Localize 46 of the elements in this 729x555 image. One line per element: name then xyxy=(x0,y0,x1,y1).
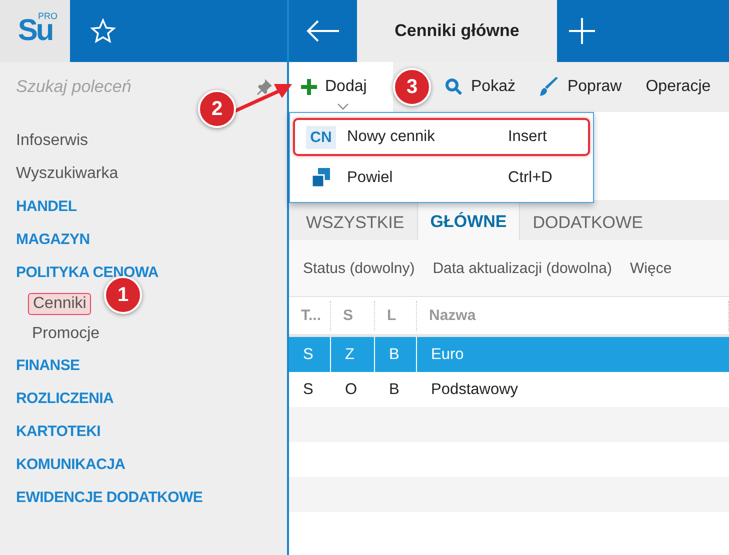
plus-icon[interactable] xyxy=(569,18,595,44)
tab[interactable]: GŁÓWNE xyxy=(417,202,520,240)
section-header[interactable]: KARTOTEKI xyxy=(16,415,287,448)
section-header[interactable]: KOMUNIKACJA xyxy=(16,448,287,481)
section-header[interactable]: EWIDENCJE DODATKOWE xyxy=(16,481,287,514)
caret-icon xyxy=(337,103,349,110)
tab[interactable]: WSZYSTKIE xyxy=(293,204,418,240)
table-cell-text: Euro xyxy=(430,345,465,365)
pro-label: PRO xyxy=(38,11,58,21)
table-cell-text: S xyxy=(302,380,314,400)
sidebar-item[interactable]: Promocje xyxy=(28,324,104,344)
document-tab[interactable]: Cenniki główne xyxy=(357,0,557,62)
column-header[interactable]: Nazwa xyxy=(417,300,729,330)
table-cell-text: O xyxy=(344,380,358,400)
section-header[interactable]: MAGAZYN xyxy=(16,223,287,256)
column-header[interactable]: T... xyxy=(289,300,331,330)
pin-icon[interactable] xyxy=(255,78,273,96)
cn-icon: CN xyxy=(306,126,336,148)
tab[interactable]: DODATKOWE xyxy=(520,204,656,240)
back-arrow-icon[interactable] xyxy=(306,20,340,42)
menu-item[interactable]: Powiel Ctrl+D xyxy=(293,159,590,197)
logo: SuPRO xyxy=(0,0,70,62)
toolbar-button[interactable]: Pokaż xyxy=(433,62,528,112)
toolbar-button[interactable]: Operacje xyxy=(634,62,723,112)
star-icon[interactable] xyxy=(90,18,116,44)
column-header[interactable]: L xyxy=(375,300,417,330)
search-icon xyxy=(445,78,463,96)
section-header[interactable]: ROZLICZENIA xyxy=(16,382,287,415)
copy-icon xyxy=(311,168,331,188)
menu-item[interactable]: CN Nowy cennik Insert xyxy=(293,118,590,156)
filter-link[interactable]: Status (dowolny) xyxy=(303,260,415,276)
column-header[interactable]: S xyxy=(331,300,375,330)
filter-link[interactable]: Data aktualizacji (dowolna) xyxy=(432,260,612,276)
sidebar-item[interactable]: Cenniki xyxy=(28,293,92,315)
toolbar-button[interactable]: Dodaj xyxy=(289,62,393,112)
sidebar-item[interactable]: Wyszukiwarka xyxy=(16,157,287,190)
search-field[interactable]: Szukaj poleceń xyxy=(16,76,196,98)
filter-link[interactable]: Więce xyxy=(630,260,672,276)
plus-icon xyxy=(301,79,317,95)
section-header[interactable]: HANDEL xyxy=(16,190,287,223)
toolbar-button[interactable]: Popraw xyxy=(527,62,634,112)
section-header[interactable]: FINANSE xyxy=(16,349,287,382)
table-cell-text: Podstawowy xyxy=(430,380,520,400)
table-cell-text: B xyxy=(388,380,400,400)
table-row[interactable]: S Z B Euro xyxy=(289,337,729,372)
brush-icon xyxy=(539,77,560,97)
